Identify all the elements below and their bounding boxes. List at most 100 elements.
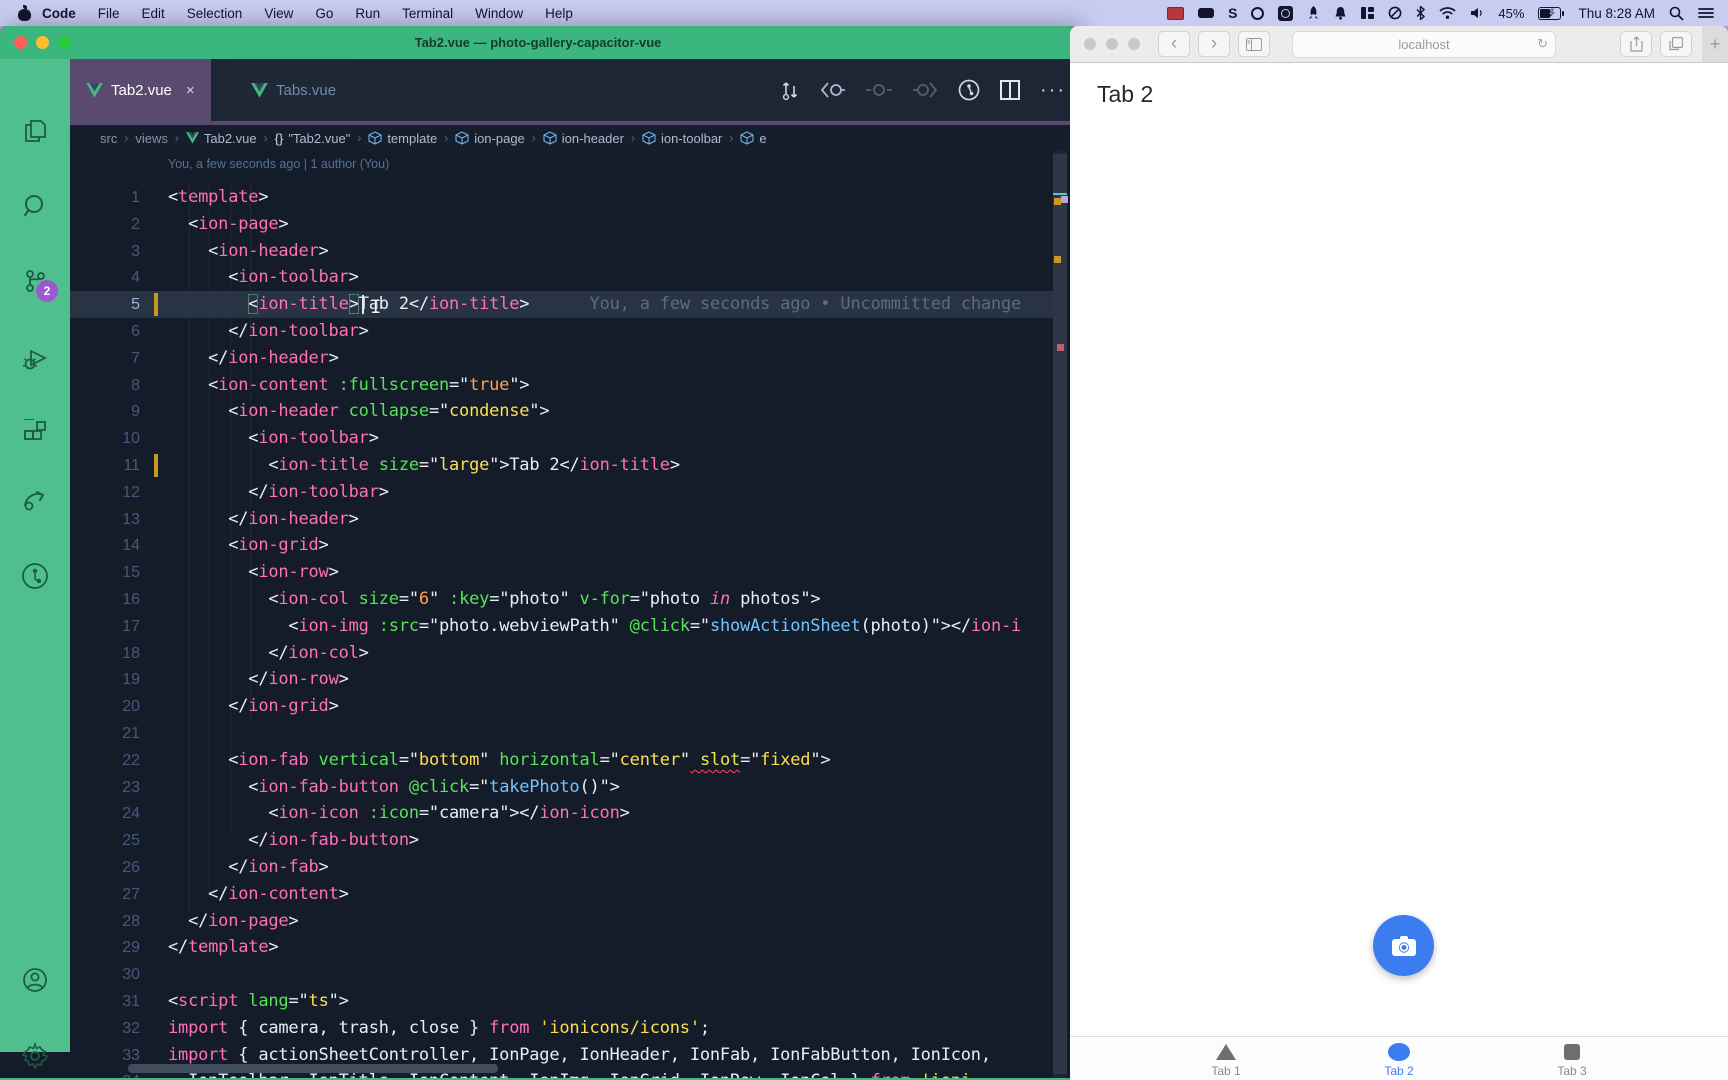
breadcrumb-item-e[interactable]: e: [740, 131, 766, 146]
menu-items: CodeFileEditSelectionViewGoRunTerminalWi…: [31, 6, 584, 21]
breadcrumb-item-src[interactable]: src: [100, 131, 117, 146]
code-line: 13 </ion-header>: [70, 506, 1076, 533]
menu-file[interactable]: File: [87, 6, 131, 21]
previous-change-icon[interactable]: [820, 81, 846, 99]
ionic-tab-tab-2[interactable]: Tab 2: [1359, 1037, 1439, 1080]
code-line: 9 <ion-header collapse="condense">: [70, 398, 1076, 425]
current-change-icon[interactable]: [866, 81, 892, 99]
safari-zoom-button[interactable]: [1128, 38, 1140, 50]
activity-account-icon[interactable]: [0, 955, 70, 1005]
activity-live-share-icon[interactable]: [0, 474, 70, 524]
menu-clock[interactable]: Thu 8:28 AM: [1578, 4, 1655, 22]
desktop: CodeFileEditSelectionViewGoRunTerminalWi…: [0, 0, 1728, 1080]
more-actions-icon[interactable]: ···: [1040, 79, 1066, 102]
activity-gitlens-icon[interactable]: [0, 551, 70, 601]
dnd-icon[interactable]: [1388, 4, 1402, 22]
battery-icon: [1538, 4, 1564, 22]
breadcrumb-item-ion-toolbar[interactable]: ion-toolbar: [642, 131, 722, 146]
editor-actions: ···: [780, 59, 1066, 121]
breadcrumb[interactable]: src›views›Tab2.vue›{}"Tab2.vue"›template…: [70, 125, 1076, 151]
tiles-icon[interactable]: [1361, 4, 1374, 22]
safari-minimize-button[interactable]: [1106, 38, 1118, 50]
menu-go[interactable]: Go: [304, 6, 344, 21]
reload-icon[interactable]: ↻: [1537, 36, 1548, 52]
safari-close-button[interactable]: [1084, 38, 1096, 50]
menu-status-icons: S 45% Thu 8:28 AM: [1167, 4, 1728, 22]
modified-line-marker: [154, 454, 158, 477]
record-icon[interactable]: [1278, 4, 1293, 22]
menu-terminal[interactable]: Terminal: [391, 6, 464, 21]
breadcrumb-item-ion-page[interactable]: ion-page: [455, 131, 525, 146]
editor-tab-tabs-vue[interactable]: Tabs.vue: [235, 59, 352, 121]
inline-blame: You, a few seconds ago • Uncommitted cha…: [529, 294, 1021, 314]
show-tabs-icon[interactable]: [1660, 31, 1692, 57]
back-button[interactable]: ‹: [1158, 31, 1190, 57]
bell-icon[interactable]: [1334, 4, 1347, 22]
bluetooth-icon[interactable]: [1416, 4, 1425, 22]
circle-icon: [1388, 1043, 1410, 1061]
rocket-icon[interactable]: [1307, 4, 1320, 22]
breadcrumb-separator: ›: [729, 131, 733, 145]
source-control-badge: 2: [36, 280, 58, 302]
forward-button[interactable]: ›: [1198, 31, 1230, 57]
activity-explorer-icon[interactable]: [0, 106, 70, 156]
camera-fab-button[interactable]: [1373, 915, 1434, 976]
breadcrumb-item--tab2-vue-[interactable]: {}"Tab2.vue": [275, 131, 351, 146]
address-bar[interactable]: localhost ↻: [1292, 31, 1556, 58]
next-change-icon[interactable]: [912, 81, 938, 99]
menu-code[interactable]: Code: [31, 6, 87, 21]
codelens-annotation[interactable]: You, a few seconds ago | 1 author (You): [168, 157, 389, 171]
notification-center-icon[interactable]: [1698, 4, 1714, 22]
vscode-title-bar[interactable]: Tab2.vue — photo-gallery-capacitor-vue: [0, 26, 1076, 59]
vertical-scrollbar[interactable]: [1053, 151, 1067, 1078]
breadcrumb-separator: ›: [175, 131, 179, 145]
breadcrumb-item-tab2-vue[interactable]: Tab2.vue: [186, 131, 257, 146]
menu-edit[interactable]: Edit: [131, 6, 176, 21]
video-icon[interactable]: [1198, 4, 1214, 22]
breadcrumb-item-views[interactable]: views: [135, 131, 168, 146]
breadcrumb-item-ion-header[interactable]: ion-header: [543, 131, 624, 146]
activity-bar: 2: [0, 59, 70, 1052]
horizontal-scrollbar[interactable]: [128, 1064, 498, 1073]
code-editor[interactable]: You, a few seconds ago | 1 author (You) …: [70, 151, 1076, 1078]
code-line: 11 <ion-title size="large">Tab 2</ion-ti…: [70, 452, 1076, 479]
sidebar-icon[interactable]: [1238, 31, 1270, 57]
ionic-tab-tab-1[interactable]: Tab 1: [1186, 1037, 1266, 1080]
share-icon[interactable]: [1620, 31, 1652, 57]
breadcrumb-item-template[interactable]: template: [368, 131, 437, 146]
new-tab-button[interactable]: +: [1702, 26, 1728, 62]
triangle-icon: [1216, 1044, 1236, 1060]
page-title: Tab 2: [1097, 81, 1153, 108]
film-icon[interactable]: [1167, 4, 1184, 22]
activity-run-debug-icon[interactable]: [0, 334, 70, 384]
activity-source-control-icon[interactable]: [0, 256, 70, 306]
volume-icon[interactable]: [1470, 4, 1484, 22]
wifi-icon[interactable]: [1439, 4, 1456, 22]
split-editor-icon[interactable]: [1000, 80, 1020, 100]
macos-menu-bar: CodeFileEditSelectionViewGoRunTerminalWi…: [0, 0, 1728, 26]
code-line: 16 <ion-col size="6" :key="photo" v-for=…: [70, 586, 1076, 613]
timeline-icon[interactable]: [958, 79, 980, 101]
editor-tab-bar: Tab2.vue× Tabs.vue ···: [70, 59, 1076, 121]
ionic-tab-tab-3[interactable]: Tab 3: [1532, 1037, 1612, 1080]
letter-s-icon[interactable]: S: [1228, 4, 1237, 22]
menu-selection[interactable]: Selection: [176, 6, 254, 21]
menu-extra-icons: S: [1167, 4, 1484, 22]
menu-window[interactable]: Window: [464, 6, 534, 21]
activity-extensions-icon[interactable]: [0, 408, 70, 458]
close-tab-icon[interactable]: ×: [186, 82, 195, 99]
code-line: 31<script lang="ts">: [70, 988, 1076, 1015]
onepassword-icon[interactable]: [1251, 4, 1264, 22]
activity-settings-icon[interactable]: [0, 1031, 70, 1080]
menu-run[interactable]: Run: [344, 6, 391, 21]
menu-view[interactable]: View: [253, 6, 304, 21]
open-changes-icon[interactable]: [780, 79, 800, 101]
editor-tab-tab2-vue[interactable]: Tab2.vue×: [70, 59, 211, 121]
activity-search-icon[interactable]: [0, 181, 70, 231]
battery-percent: 45%: [1498, 4, 1524, 22]
code-line: 7 </ion-header>: [70, 345, 1076, 372]
code-line: 5 <ion-title>Tab 2</ion-title> You, a fe…: [70, 291, 1076, 318]
apple-menu-icon[interactable]: [18, 6, 31, 21]
menu-help[interactable]: Help: [534, 6, 584, 21]
spotlight-icon[interactable]: [1669, 4, 1684, 22]
